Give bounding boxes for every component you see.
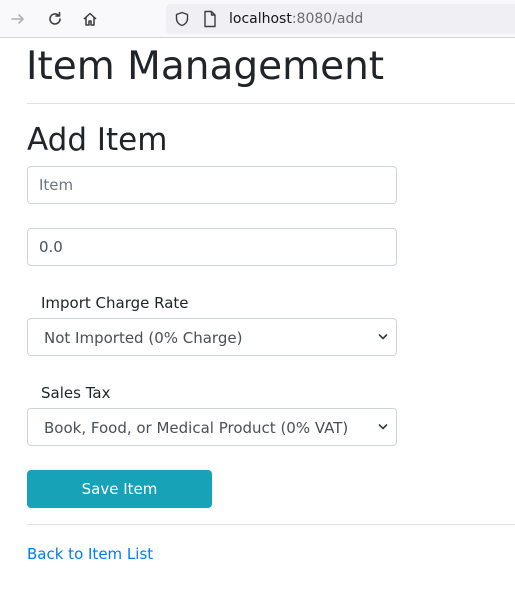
chevron-down-icon [378, 424, 388, 430]
sales-tax-label: Sales Tax [41, 384, 111, 402]
address-bar[interactable]: localhost:8080/add [166, 4, 515, 34]
reload-icon [49, 11, 61, 25]
sales-tax-selected: Book, Food, or Medical Product (0% VAT) [44, 419, 349, 437]
import-charge-label: Import Charge Rate [41, 294, 189, 312]
import-charge-selected: Not Imported (0% Charge) [44, 329, 243, 347]
price-input[interactable] [27, 228, 397, 266]
forward-button[interactable] [6, 7, 30, 31]
url-host: localhost [229, 11, 292, 27]
sales-tax-select[interactable]: Book, Food, or Medical Product (0% VAT) [27, 408, 397, 446]
import-charge-select[interactable]: Not Imported (0% Charge) [27, 318, 397, 356]
page-title: Item Management [26, 44, 385, 89]
url-path: :8080/add [291, 11, 364, 27]
footer-divider [27, 524, 515, 525]
home-button[interactable] [78, 7, 102, 31]
chevron-down-icon [378, 334, 388, 340]
form-heading: Add Item [27, 122, 168, 158]
reload-button[interactable] [43, 7, 67, 31]
shield-icon[interactable] [174, 11, 190, 27]
browser-toolbar: localhost:8080/add [0, 0, 515, 38]
page-icon[interactable] [202, 10, 218, 28]
title-divider [27, 103, 515, 104]
save-item-button[interactable]: Save Item [27, 470, 212, 508]
url-text[interactable]: localhost:8080/add [229, 10, 363, 28]
item-name-input[interactable] [27, 166, 397, 204]
arrow-right-icon [11, 14, 24, 24]
back-to-list-link[interactable]: Back to Item List [27, 544, 153, 564]
home-icon [83, 12, 97, 26]
